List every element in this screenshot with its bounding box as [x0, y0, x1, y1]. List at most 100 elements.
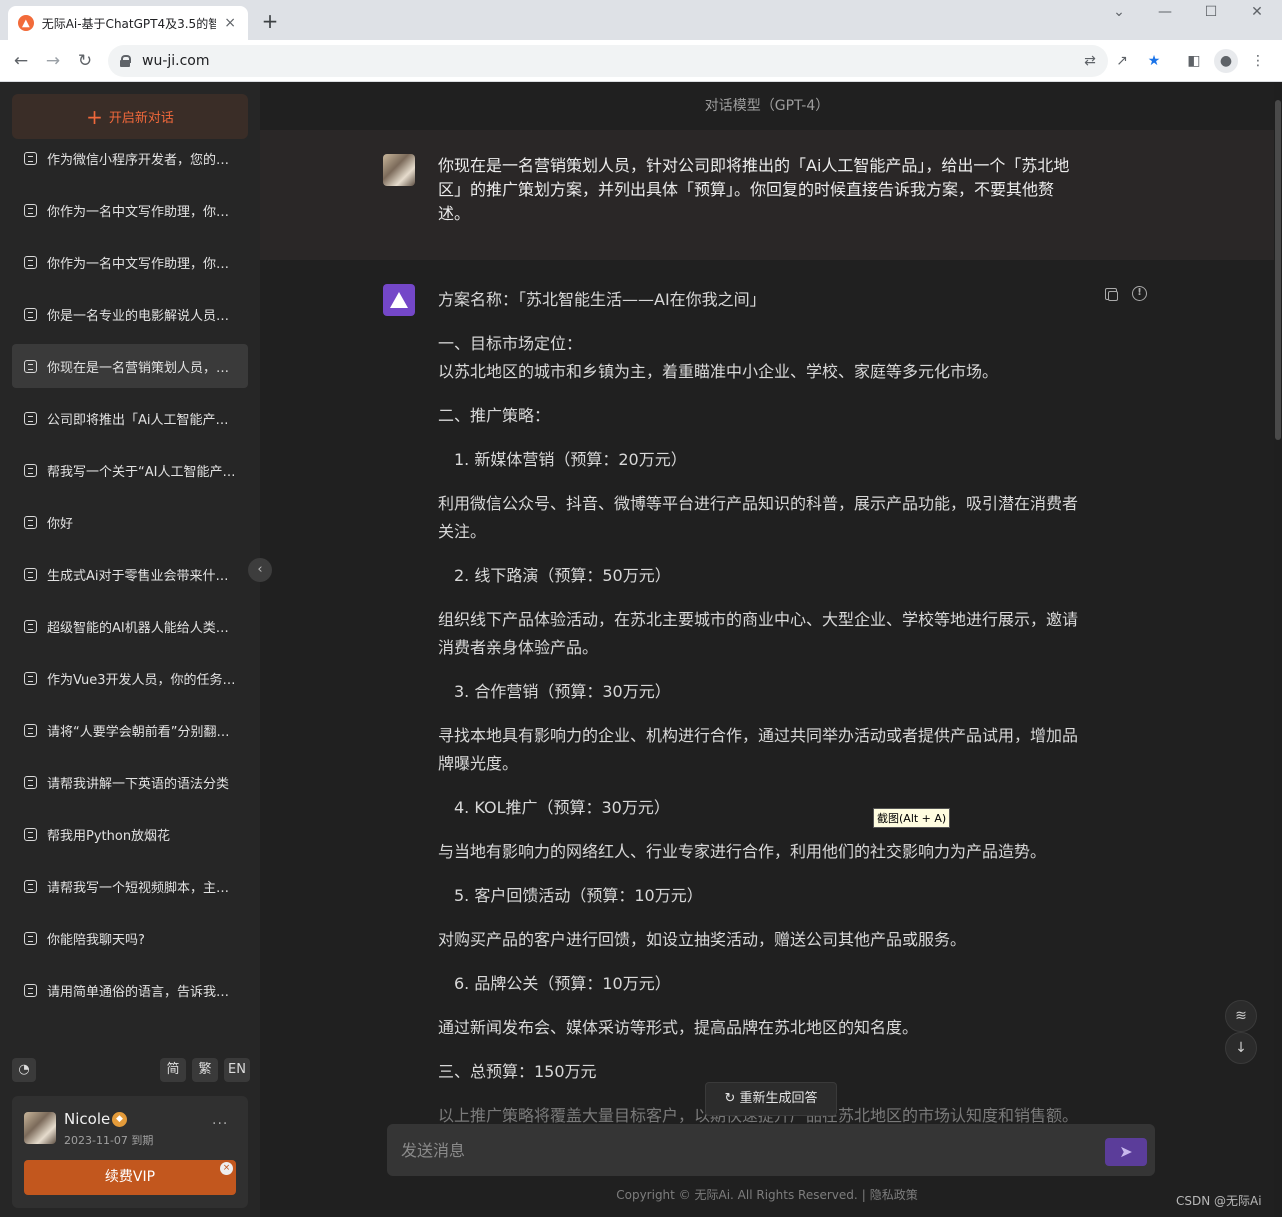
- collapse-sidebar-icon[interactable]: ‹: [248, 558, 272, 582]
- strategy-body: 通过新闻发布会、媒体采访等形式，提高品牌在苏北地区的知名度。: [438, 1018, 919, 1037]
- strategy-title: 3. 合作营销（预算：30万元）: [454, 682, 671, 701]
- privacy-link[interactable]: 隐私政策: [870, 1188, 918, 1202]
- back-arrow-icon[interactable]: ←: [8, 48, 34, 74]
- chat-bubble-icon: [24, 411, 37, 425]
- chat-bubble-icon: [24, 567, 37, 581]
- layers-icon[interactable]: ≋: [1225, 1000, 1257, 1032]
- new-chat-button[interactable]: + 开启新对话: [12, 94, 248, 139]
- close-badge-icon[interactable]: ×: [220, 1162, 233, 1175]
- vip-badge-icon: ◆: [112, 1112, 127, 1127]
- reload-icon[interactable]: ↻: [72, 48, 98, 74]
- strategy-title: 1. 新媒体营销（预算：20万元）: [454, 450, 687, 469]
- user-card: Nicole ◆ 2023-11-07 到期 ··· 续费VIP ×: [12, 1096, 248, 1208]
- share-icon[interactable]: ↗: [1110, 49, 1134, 73]
- minimize-button[interactable]: —: [1142, 2, 1188, 22]
- profile-icon[interactable]: ●: [1214, 49, 1238, 73]
- forward-arrow-icon[interactable]: →: [40, 48, 66, 74]
- chat-history-item[interactable]: 请帮我写一个短视频脚本，主…: [12, 864, 248, 908]
- browser-titlebar: ▲ 无际Ai-基于ChatGPT4及3.5的智 × + ⌄ — ☐ ✕: [0, 0, 1282, 40]
- chat-history-item[interactable]: 请将“人要学会朝前看”分别翻…: [12, 708, 248, 752]
- strategy-title: 5. 客户回馈活动（预算：10万元）: [454, 886, 703, 905]
- footer-copyright: Copyright © 无际Ai. All Rights Reserved. | 隐…: [616, 1188, 918, 1202]
- chat-history-item[interactable]: 请用简单通俗的语言，告诉我…: [12, 968, 248, 1012]
- address-bar[interactable]: wu-ji.com: [108, 45, 1108, 77]
- chat-bubble-icon: [24, 827, 37, 841]
- send-icon[interactable]: ➤: [1105, 1138, 1147, 1166]
- renew-vip-button[interactable]: 续费VIP: [24, 1160, 236, 1195]
- chat-history-item[interactable]: 你作为一名中文写作助理，你…: [12, 240, 248, 284]
- chat-history-item[interactable]: 帮我写一个关于“AI人工智能产…: [12, 448, 248, 492]
- chat-history-list: 作为微信小程序开发者，您的… 你作为一名中文写作助理，你… 你作为一名中文写作助…: [12, 136, 248, 1020]
- chat-bubble-icon: [24, 671, 37, 685]
- sidebar: + 开启新对话 作为微信小程序开发者，您的… 你作为一名中文写作助理，你… 你作…: [0, 82, 260, 1217]
- tab-search-icon[interactable]: ⌄: [1096, 2, 1142, 22]
- chat-bubble-icon: [24, 307, 37, 321]
- chat-history-item[interactable]: 公司即将推出「Ai人工智能产…: [12, 396, 248, 440]
- chat-bubble-icon: [24, 515, 37, 529]
- new-tab-button[interactable]: +: [258, 9, 282, 33]
- chat-history-item[interactable]: 帮我用Python放烟花: [12, 812, 248, 856]
- close-window-button[interactable]: ✕: [1234, 2, 1280, 22]
- regenerate-button[interactable]: ↻ 重新生成回答: [705, 1082, 837, 1116]
- chat-bubble-icon: [24, 723, 37, 737]
- browser-toolbar: ← → ↻ wu-ji.com ⇄ ↗ ★ ◧ ● ⋮: [0, 40, 1282, 82]
- chat-history-item[interactable]: 超级智能的AI机器人能给人类…: [12, 604, 248, 648]
- chat-bubble-icon: [24, 203, 37, 217]
- chat-history-item[interactable]: 作为微信小程序开发者，您的…: [12, 136, 248, 180]
- chat-bubble-icon: [24, 775, 37, 789]
- url-text: wu-ji.com: [142, 53, 210, 69]
- bookmark-star-icon[interactable]: ★: [1142, 49, 1166, 73]
- copy-icon[interactable]: [1105, 288, 1118, 301]
- lang-simplified-button[interactable]: 简: [160, 1058, 186, 1082]
- chat-history-item[interactable]: 作为Vue3开发人员，你的任务…: [12, 656, 248, 700]
- strategy-body: 对购买产品的客户进行回馈，如设立抽奖活动，赠送公司其他产品或服务。: [438, 930, 967, 949]
- chat-bubble-icon: [24, 151, 37, 165]
- model-title: 对话模型（GPT-4）: [704, 98, 830, 114]
- user-avatar[interactable]: [24, 1112, 56, 1144]
- maximize-button[interactable]: ☐: [1188, 2, 1234, 22]
- chat-history-item[interactable]: 你是一名专业的电影解说人员…: [12, 292, 248, 336]
- lock-icon: [120, 55, 131, 67]
- username: Nicole: [64, 1110, 111, 1128]
- plus-icon: +: [86, 104, 103, 129]
- user-message: 你现在是一名营销策划人员，针对公司即将推出的「Ai人工智能产品」，给出一个「苏北…: [260, 130, 1274, 260]
- theme-toggle-icon[interactable]: ◔: [12, 1058, 36, 1082]
- plan-name: 方案名称：「苏北智能生活——AI在你我之间」: [438, 290, 766, 309]
- strategy-body: 与当地有影响力的网络红人、行业专家进行合作，利用他们的社交影响力为产品造势。: [438, 842, 1047, 861]
- refresh-icon: ↻: [724, 1091, 736, 1106]
- user-message-avatar: [383, 154, 415, 186]
- regenerate-label: 重新生成回答: [739, 1091, 818, 1106]
- strategy-title: 4. KOL推广（预算：30万元）: [454, 798, 670, 817]
- chat-history-item[interactable]: 生成式Ai对于零售业会带来什…: [12, 552, 248, 596]
- more-options-icon[interactable]: ···: [212, 1116, 228, 1132]
- message-input[interactable]: [401, 1134, 1091, 1166]
- tab-close-icon[interactable]: ×: [222, 15, 238, 31]
- user-message-text: 你现在是一名营销策划人员，针对公司即将推出的「Ai人工智能产品」，给出一个「苏北…: [438, 156, 1070, 223]
- lang-traditional-button[interactable]: 繁: [192, 1058, 218, 1082]
- chat-bubble-icon: [24, 619, 37, 633]
- new-chat-label: 开启新对话: [108, 111, 174, 126]
- vip-expire-date: 2023-11-07 到期: [64, 1134, 154, 1147]
- scrollbar-thumb[interactable]: [1275, 100, 1281, 440]
- translate-icon[interactable]: ⇄: [1078, 49, 1102, 73]
- section-title: 二、推广策略：: [438, 406, 551, 425]
- scroll-down-icon[interactable]: ↓: [1225, 1032, 1257, 1064]
- strategy-body: 组织线下产品体验活动，在苏北主要城市的商业中心、大型企业、学校等地进行展示，邀请…: [438, 610, 1079, 657]
- lang-english-button[interactable]: EN: [224, 1058, 250, 1082]
- watermark: CSDN @无际Ai: [1176, 1194, 1262, 1208]
- chat-history-item[interactable]: 你能陪我聊天吗?: [12, 916, 248, 960]
- chat-history-item[interactable]: 请帮我讲解一下英语的语法分类: [12, 760, 248, 804]
- browser-menu-icon[interactable]: ⋮: [1246, 49, 1270, 73]
- copyright-text: Copyright © 无际Ai. All Rights Reserved.: [616, 1188, 858, 1202]
- strategy-title: 2. 线下路演（预算：50万元）: [454, 566, 671, 585]
- browser-tab[interactable]: ▲ 无际Ai-基于ChatGPT4及3.5的智 ×: [8, 6, 248, 40]
- chat-bubble-icon: [24, 879, 37, 893]
- side-panel-icon[interactable]: ◧: [1182, 49, 1206, 73]
- chat-history-item[interactable]: 你作为一名中文写作助理，你…: [12, 188, 248, 232]
- info-icon[interactable]: !: [1132, 286, 1147, 301]
- chat-bubble-icon: [24, 931, 37, 945]
- chat-history-item[interactable]: 你好: [12, 500, 248, 544]
- chat-history-item-active[interactable]: 你现在是一名营销策划人员，…: [12, 344, 248, 388]
- chat-bubble-icon: [24, 983, 37, 997]
- chat-bubble-icon: [24, 463, 37, 477]
